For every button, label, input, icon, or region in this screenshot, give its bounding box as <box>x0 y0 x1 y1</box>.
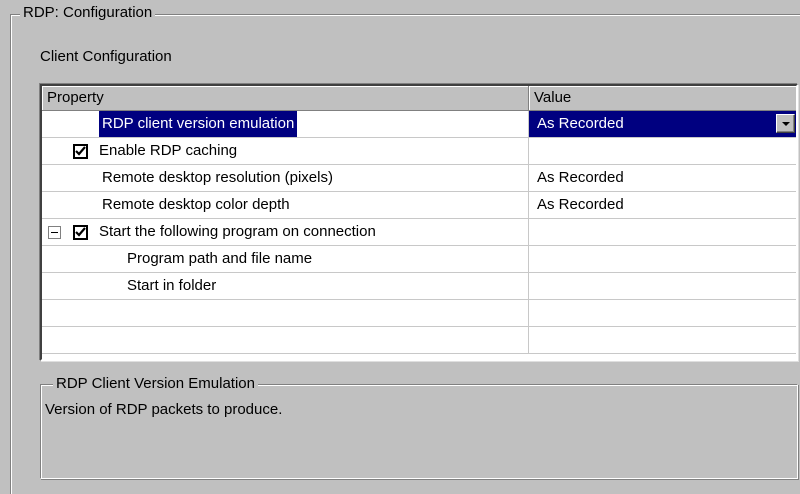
group-title: RDP: Configuration <box>20 3 156 23</box>
value-label: As Recorded <box>537 115 624 132</box>
grid-row-start-program[interactable]: Start the following program on connectio… <box>42 219 796 246</box>
checkbox-checked-icon[interactable] <box>73 225 88 240</box>
section-label: Client Configuration <box>40 48 172 65</box>
property-label: Enable RDP caching <box>99 142 238 159</box>
value-column-header[interactable]: Value <box>529 86 796 111</box>
grid-row-remote-desktop-resolution[interactable]: Remote desktop resolution (pixels) As Re… <box>42 165 796 192</box>
value-cell[interactable] <box>529 246 796 273</box>
property-label: Remote desktop color depth <box>102 196 290 213</box>
property-column-header[interactable]: Property <box>42 86 529 111</box>
property-cell: Program path and file name <box>42 246 529 273</box>
value-cell[interactable]: As Recorded <box>529 192 796 219</box>
property-label: Remote desktop resolution (pixels) <box>102 169 333 186</box>
grid-row-program-path[interactable]: Program path and file name <box>42 246 796 273</box>
property-cell <box>42 327 529 354</box>
property-label: RDP client version emulation <box>99 111 298 137</box>
grid-row-enable-rdp-caching[interactable]: Enable RDP caching <box>42 138 796 165</box>
grid-row-empty <box>42 300 796 327</box>
chevron-down-icon[interactable] <box>776 114 795 133</box>
property-cell: Remote desktop color depth <box>42 192 529 219</box>
value-cell <box>529 300 796 327</box>
property-cell <box>42 300 529 327</box>
value-label: As Recorded <box>537 169 624 186</box>
value-cell[interactable] <box>529 219 796 246</box>
value-cell <box>529 327 796 354</box>
property-cell: Start in folder <box>42 273 529 300</box>
property-cell: RDP client version emulation <box>42 111 529 138</box>
grid-row-empty <box>42 327 796 354</box>
value-cell[interactable]: As Recorded <box>529 165 796 192</box>
value-cell[interactable] <box>529 138 796 165</box>
value-cell[interactable] <box>529 273 796 300</box>
grid-row-remote-desktop-color-depth[interactable]: Remote desktop color depth As Recorded <box>42 192 796 219</box>
property-cell: Start the following program on connectio… <box>42 219 529 246</box>
collapse-icon[interactable] <box>48 226 61 239</box>
property-cell: Remote desktop resolution (pixels) <box>42 165 529 192</box>
description-text: Version of RDP packets to produce. <box>45 401 283 418</box>
value-cell[interactable]: As Recorded <box>529 111 796 138</box>
description-title: RDP Client Version Emulation <box>53 374 258 394</box>
property-label: Start the following program on connectio… <box>99 223 376 240</box>
checkbox-checked-icon[interactable] <box>73 144 88 159</box>
grid-row-start-in-folder[interactable]: Start in folder <box>42 273 796 300</box>
property-grid[interactable]: Property Value RDP client version emulat… <box>40 84 798 361</box>
grid-row-rdp-client-version[interactable]: RDP client version emulation As Recorded <box>42 111 796 138</box>
value-label: As Recorded <box>537 196 624 213</box>
property-label: Program path and file name <box>127 250 313 267</box>
property-cell: Enable RDP caching <box>42 138 529 165</box>
description-panel: RDP Client Version Emulation Version of … <box>40 374 798 479</box>
property-label: Start in folder <box>127 277 217 294</box>
